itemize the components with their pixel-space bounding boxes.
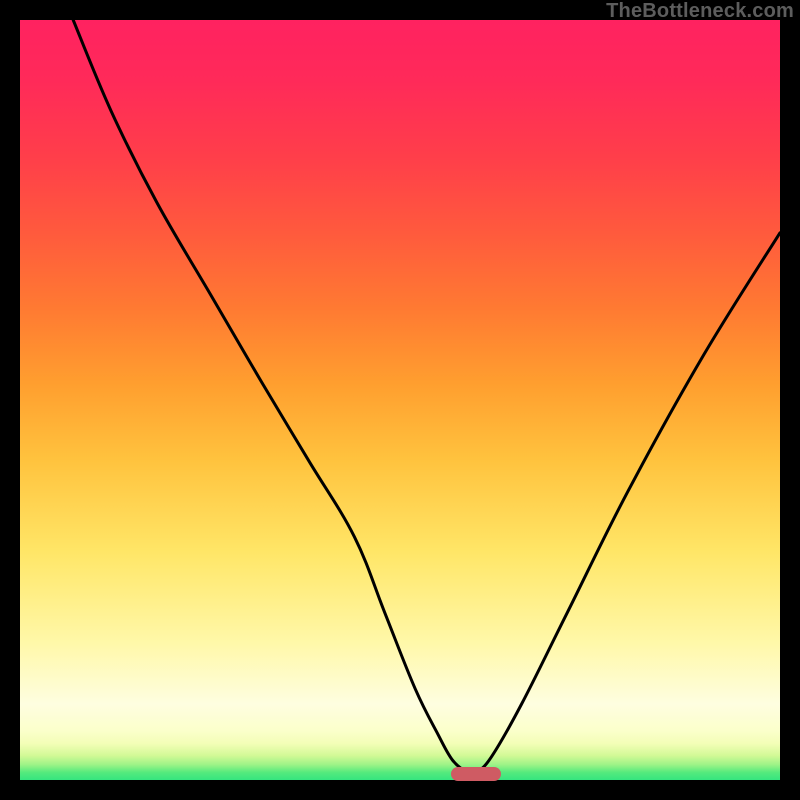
chart-stage: TheBottleneck.com [0, 0, 800, 800]
bottleneck-curve [20, 20, 780, 780]
curve-path [73, 20, 780, 774]
plot-area [20, 20, 780, 780]
minimum-marker [451, 767, 500, 781]
